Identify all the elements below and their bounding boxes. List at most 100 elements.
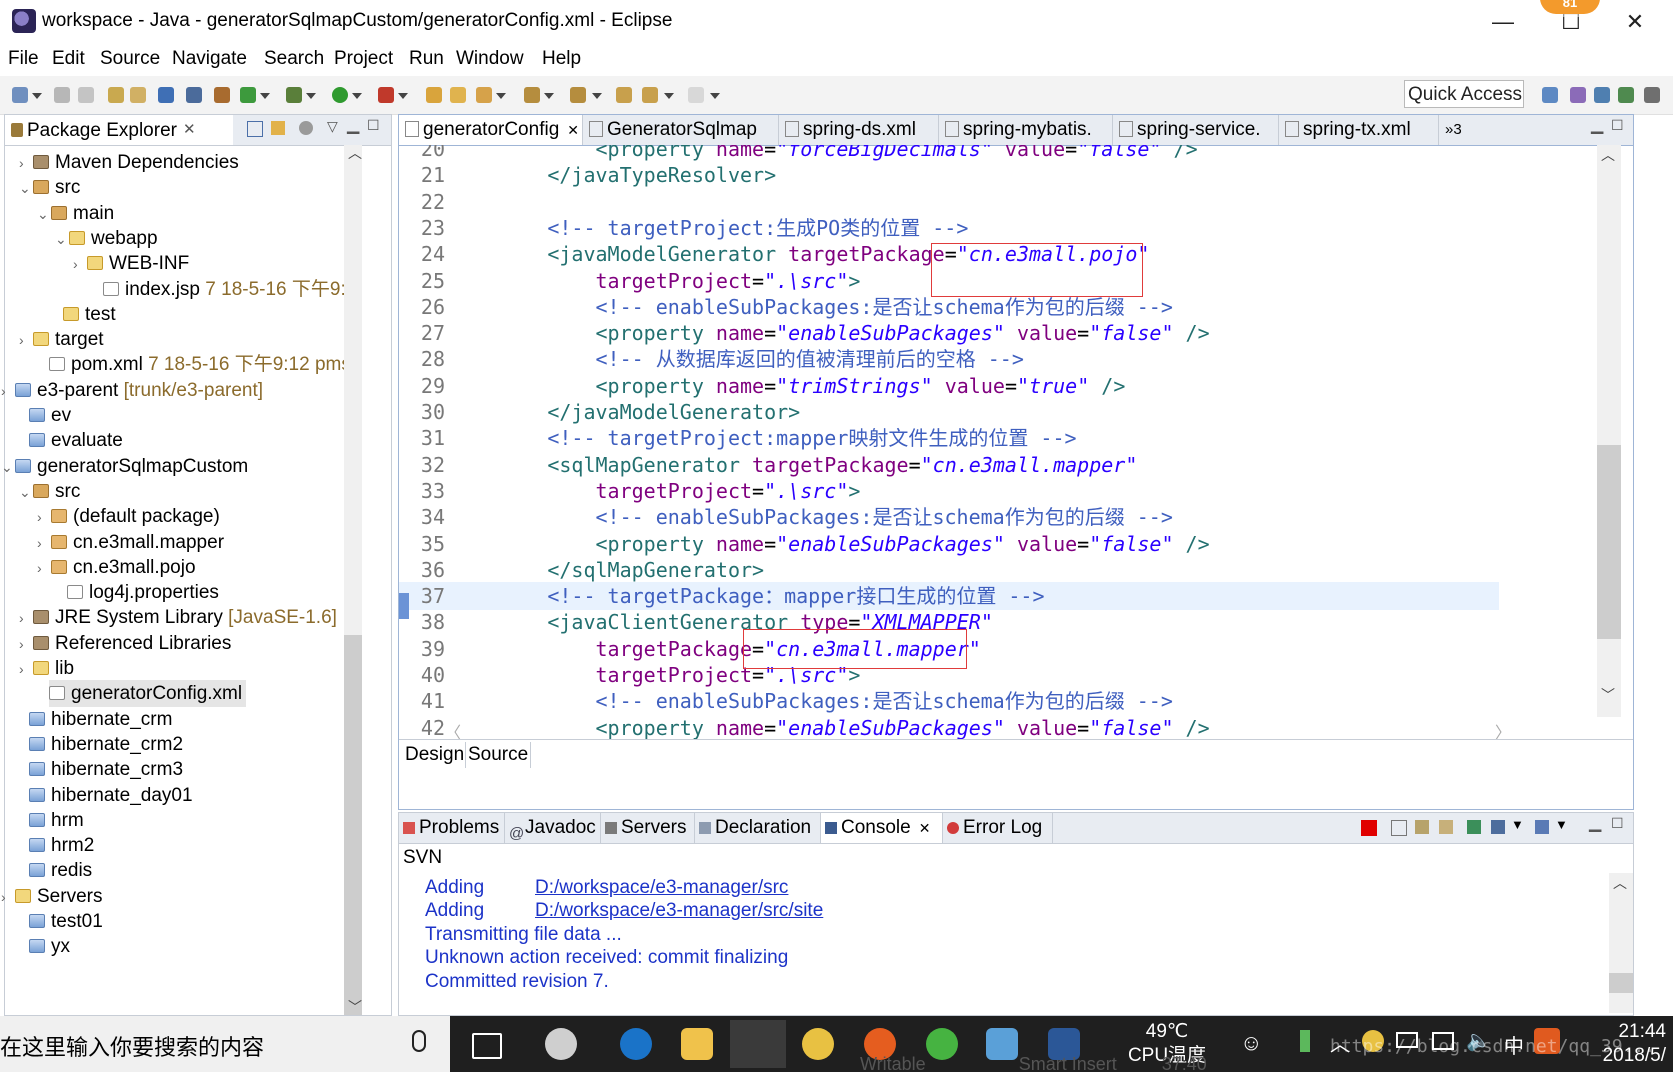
open-console-icon[interactable] — [1535, 820, 1549, 834]
tab-generatorconfig[interactable]: generatorConfig ✕ — [399, 115, 583, 145]
debug-perspective-icon[interactable] — [1618, 87, 1634, 103]
menu-navigate[interactable]: Navigate — [172, 48, 247, 70]
next-annotation-icon[interactable] — [524, 87, 540, 103]
scroll-up-icon[interactable]: ︿ — [348, 143, 362, 163]
tree-item[interactable]: › WEB-INF — [73, 250, 189, 277]
terminal-icon[interactable] — [158, 87, 174, 103]
tab-spring-service[interactable]: spring-service. — [1113, 115, 1279, 145]
tree-item[interactable]: redis — [29, 857, 92, 884]
maximize-view-icon[interactable]: ☐ — [367, 117, 380, 134]
chevron-right-icon[interactable]: › — [19, 150, 33, 177]
tree-item[interactable]: hrm2 — [29, 832, 94, 859]
people-icon[interactable]: ☺ — [1240, 1030, 1262, 1056]
terminate-icon[interactable] — [1361, 820, 1377, 836]
team-perspective-icon[interactable] — [1644, 87, 1660, 103]
refresh-icon[interactable] — [240, 87, 256, 103]
more-tabs-button[interactable]: »3 — [1439, 115, 1483, 145]
tree-item[interactable]: hrm — [29, 807, 84, 834]
tree-item[interactable]: yx — [29, 933, 70, 960]
tree-item[interactable]: › e3-parent [trunk/e3-parent] — [1, 377, 263, 404]
chevron-down-icon[interactable] — [496, 93, 506, 99]
open-perspective-icon[interactable] — [1542, 87, 1558, 103]
notification-badge[interactable]: 81 — [1540, 0, 1600, 14]
chevron-down-icon[interactable]: ⌄ — [19, 479, 33, 506]
chevron-down-icon[interactable] — [32, 93, 42, 99]
scroll-down-icon[interactable]: ﹀ — [348, 997, 362, 1017]
scroll-up-icon[interactable]: ︿ — [1613, 873, 1627, 893]
new-class-icon[interactable] — [450, 87, 466, 103]
tab-console[interactable]: Console ✕ — [821, 813, 943, 843]
editor-scroll-thumb[interactable] — [1597, 445, 1621, 639]
chevron-down-icon[interactable]: ⌄ — [1, 454, 15, 481]
last-edit-icon[interactable] — [616, 87, 632, 103]
menu-search[interactable]: Search — [264, 48, 324, 70]
new-package-icon[interactable] — [426, 87, 442, 103]
close-icon[interactable]: ✕ — [183, 120, 196, 138]
menu-edit[interactable]: Edit — [52, 48, 85, 70]
chevron-right-icon[interactable]: › — [37, 504, 51, 531]
quick-access-input[interactable]: Quick Access — [1404, 80, 1524, 108]
chevron-down-icon[interactable] — [260, 93, 270, 99]
external-tools-icon[interactable] — [378, 87, 394, 103]
package-explorer-tab[interactable]: Package Explorer ✕ — [5, 115, 233, 145]
chevron-right-icon[interactable]: › — [1, 378, 15, 405]
tree-item[interactable]: ev — [29, 402, 71, 429]
edge-browser-icon[interactable] — [620, 1028, 652, 1060]
console-path-link[interactable]: D:/workspace/e3-manager/src/site — [535, 900, 823, 921]
taskbar-search-input[interactable]: 在这里输入你要搜索的内容 — [0, 1030, 264, 1062]
tab-declaration[interactable]: Declaration — [695, 813, 821, 843]
qq-icon[interactable] — [802, 1028, 834, 1060]
maximize-view-icon[interactable]: ☐ — [1611, 117, 1624, 134]
link-with-editor-icon[interactable] — [271, 121, 285, 135]
menu-source[interactable]: Source — [100, 48, 160, 70]
tree-item[interactable]: test — [63, 301, 116, 328]
tab-spring-ds[interactable]: spring-ds.xml — [779, 115, 939, 145]
chevron-down-icon[interactable] — [544, 93, 554, 99]
menu-project[interactable]: Project — [334, 48, 393, 70]
editor-horizontal-scrollbar[interactable]: 〈 〉 — [445, 719, 1549, 742]
tree-item[interactable]: hibernate_crm2 — [29, 731, 183, 758]
chevron-right-icon[interactable]: › — [37, 530, 51, 557]
tab-problems[interactable]: Problems — [399, 813, 505, 843]
scroll-up-icon[interactable]: ︿ — [1601, 145, 1615, 165]
tab-javadoc[interactable]: @ Javadoc — [505, 813, 601, 843]
chevron-right-icon[interactable]: › — [73, 251, 87, 278]
tree-item[interactable]: evaluate — [29, 427, 123, 454]
maximize-view-icon[interactable]: ☐ — [1611, 815, 1624, 832]
menu-file[interactable]: File — [8, 48, 39, 70]
chevron-down-icon[interactable] — [306, 93, 316, 99]
view-menu-icon[interactable]: ▽ — [327, 118, 338, 135]
chevron-right-icon[interactable]: › — [19, 656, 33, 683]
minimize-button[interactable]: — — [1480, 8, 1526, 36]
code-area[interactable]: 20 <property name="forceBigDecimals" val… — [399, 145, 1499, 747]
tree-item[interactable]: › Servers — [1, 883, 102, 910]
tab-error-log[interactable]: Error Log — [943, 813, 1053, 843]
tree-item[interactable]: hibernate_day01 — [29, 782, 193, 809]
usb-icon[interactable] — [1300, 1030, 1310, 1052]
minimize-view-icon[interactable]: ▁ — [1589, 813, 1601, 833]
filter-icon[interactable] — [299, 121, 313, 135]
chevron-down-icon[interactable]: ⌄ — [55, 226, 69, 253]
chevron-down-icon[interactable] — [710, 93, 720, 99]
tree-item[interactable]: log4j.properties — [67, 579, 219, 606]
tree-item[interactable]: hibernate_crm3 — [29, 756, 183, 783]
close-button[interactable]: ✕ — [1612, 8, 1658, 36]
console-scroll-thumb[interactable] — [1609, 973, 1633, 993]
scroll-lock-icon[interactable] — [1415, 820, 1429, 834]
console-path-link[interactable]: D:/workspace/e3-manager/src — [535, 877, 788, 898]
menu-run[interactable]: Run — [409, 48, 444, 70]
tree-item[interactable]: generatorConfig.xml — [49, 680, 247, 708]
tab-generatorsqlmap[interactable]: GeneratorSqlmap — [583, 115, 779, 145]
tree-item[interactable]: › Referenced Libraries — [19, 630, 231, 657]
tree-item[interactable]: ⌄ webapp — [55, 225, 158, 252]
close-icon[interactable]: ✕ — [567, 122, 579, 138]
package-explorer-scroll-thumb[interactable] — [344, 635, 362, 1015]
chevron-down-icon[interactable]: ⌄ — [19, 175, 33, 202]
chevron-down-icon[interactable] — [664, 93, 674, 99]
tree-item[interactable]: test01 — [29, 908, 103, 935]
skip-breakpoints-icon[interactable] — [186, 87, 202, 103]
minimize-view-icon[interactable]: ▁ — [347, 115, 359, 135]
new-icon[interactable] — [12, 87, 28, 103]
svn-perspective-icon[interactable] — [1570, 87, 1586, 103]
display-console-icon[interactable] — [1491, 820, 1505, 834]
